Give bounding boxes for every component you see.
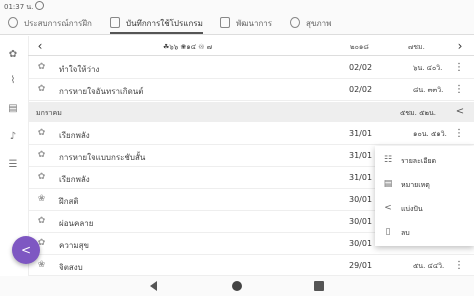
session-date: 31/01 [349, 173, 373, 182]
log-summary-header: ‹ ☘๖๖ ❀๑๔ ♾ ๗ ๒๐๑๘ ๗ชม. › [28, 37, 474, 56]
menu-item-label: รายละเอียด [401, 157, 437, 165]
menu-item-details[interactable]: ☷ รายละเอียด [375, 148, 474, 172]
list-item[interactable]: ✿ ทำใจให้ว่าง 02/02 ๖น. ๔๐วิ. ⋮ [28, 58, 474, 79]
more-options-icon[interactable]: ⋮ [454, 83, 464, 97]
session-name: ความสุข [59, 241, 89, 250]
tab-program-log[interactable]: บันทึกการใช้โปรแกรม [110, 14, 203, 34]
journal-icon [110, 17, 120, 28]
trash-icon: ▯ [385, 227, 391, 237]
share-icon: < [384, 203, 392, 213]
next-period-button[interactable]: › [454, 37, 466, 55]
settings-sliders-icon[interactable]: ☰ [8, 160, 18, 170]
session-duration: ๖น. ๔๐วิ. [413, 64, 443, 72]
compass-icon [8, 17, 18, 28]
session-duration: ๕น. ๔๔วิ. [413, 262, 445, 270]
more-options-icon[interactable]: ⋮ [454, 127, 464, 141]
tab-label: ประสบการณ์การฝึก [24, 19, 92, 28]
share-icon: < [20, 243, 32, 257]
lungs-icon: ✿ [37, 172, 46, 182]
year-label: ๒๐๑๘ [350, 43, 369, 51]
menu-item-delete[interactable]: ▯ ลบ [375, 220, 474, 244]
tab-bar: ประสบการณ์การฝึก บันทึกการใช้โปรแกรม พัฒ… [0, 14, 474, 35]
session-date: 31/01 [349, 129, 373, 138]
note-icon: ▤ [383, 179, 393, 189]
session-duration: ๑๐น. ๕๑วิ. [413, 130, 447, 138]
tab-label: บันทึกการใช้โปรแกรม [126, 19, 203, 28]
tab-label: สุขภาพ [306, 19, 332, 28]
lungs-icon: ✿ [37, 150, 46, 160]
session-name: ทำใจให้ว่าง [59, 65, 100, 74]
heart-icon [290, 17, 300, 28]
session-name: การหายใจแบบกระชับสั้น [59, 153, 146, 162]
share-fab-button[interactable]: < [12, 236, 40, 264]
session-date: 02/02 [349, 63, 373, 72]
session-summary: ☘๖๖ ❀๑๔ ♾ ๗ [163, 43, 212, 51]
recents-icon[interactable] [314, 281, 324, 291]
back-icon[interactable] [150, 281, 157, 291]
home-icon[interactable] [232, 281, 242, 291]
lungs-icon[interactable]: ✿ [8, 50, 18, 60]
session-date: 29/01 [349, 261, 373, 270]
system-nav-bar [0, 276, 474, 296]
share-icon[interactable]: < [455, 106, 465, 118]
session-date: 02/02 [349, 85, 373, 94]
menu-item-label: แบ่งปัน [401, 205, 423, 213]
session-name: ฝึกสติ [59, 197, 79, 206]
session-date: 31/01 [349, 151, 373, 160]
list-item[interactable]: ✿ การหายใจอันทราเกิดนต์ 02/02 ๘น. ๓๓วิ. … [28, 80, 474, 101]
status-bar: 01:37 น. [0, 0, 474, 14]
lungs-icon: ✿ [37, 62, 46, 72]
tab-health[interactable]: สุขภาพ [290, 14, 331, 34]
month-section-header: มกราคม ๕ชม. ๕๒น. < [28, 102, 474, 122]
total-hours: ๗ชม. [408, 43, 425, 51]
menu-item-note[interactable]: ▤ หมายเหตุ [375, 172, 474, 196]
tab-label: พัฒนาการ [236, 19, 273, 28]
session-name: ผ่อนคลาย [59, 219, 94, 228]
list-item[interactable]: ✿ เรียกพลัง 31/01 ๑๐น. ๕๑วิ. ⋮ [28, 124, 474, 145]
more-options-icon[interactable]: ⋮ [454, 61, 464, 75]
journal-icon[interactable]: ▤ [8, 104, 18, 114]
session-date: 30/01 [349, 217, 373, 226]
lotus-icon: ❀ [37, 260, 46, 270]
tab-experience[interactable]: ประสบการณ์การฝึก [8, 14, 92, 34]
session-name: การหายใจอันทราเกิดนต์ [59, 87, 144, 96]
lungs-icon: ✿ [37, 84, 46, 94]
lotus-icon: ❀ [37, 194, 46, 204]
session-date: 30/01 [349, 239, 373, 248]
session-name: จิตสงบ [59, 263, 83, 272]
details-icon: ☷ [383, 155, 393, 165]
context-menu: ☷ รายละเอียด ▤ หมายเหตุ < แบ่งปัน ▯ ลบ [375, 146, 474, 246]
tab-progress[interactable]: พัฒนาการ [220, 14, 272, 34]
session-name: เรียกพลัง [59, 131, 90, 140]
status-time: 01:37 น. [4, 3, 34, 11]
sync-status-icon [35, 1, 44, 10]
more-options-icon[interactable]: ⋮ [454, 259, 464, 273]
list-item[interactable]: ❀ จิตสงบ 29/01 ๕น. ๔๔วิ. ⋮ [28, 256, 474, 276]
prev-period-button[interactable]: ‹ [34, 37, 46, 55]
menu-item-label: ลบ [401, 229, 410, 237]
chart-icon [220, 17, 230, 28]
menu-item-label: หมายเหตุ [401, 181, 430, 189]
bell-icon[interactable]: ♪ [8, 132, 18, 142]
session-name: เรียกพลัง [59, 175, 90, 184]
menu-item-share[interactable]: < แบ่งปัน [375, 196, 474, 220]
month-title: มกราคม [36, 109, 62, 117]
graph-icon[interactable]: ⌇ [8, 76, 18, 86]
month-duration: ๕ชม. ๕๒น. [400, 109, 437, 117]
session-date: 30/01 [349, 195, 373, 204]
session-duration: ๘น. ๓๓วิ. [413, 86, 444, 94]
lungs-icon: ✿ [37, 216, 46, 226]
lungs-icon: ✿ [37, 128, 46, 138]
